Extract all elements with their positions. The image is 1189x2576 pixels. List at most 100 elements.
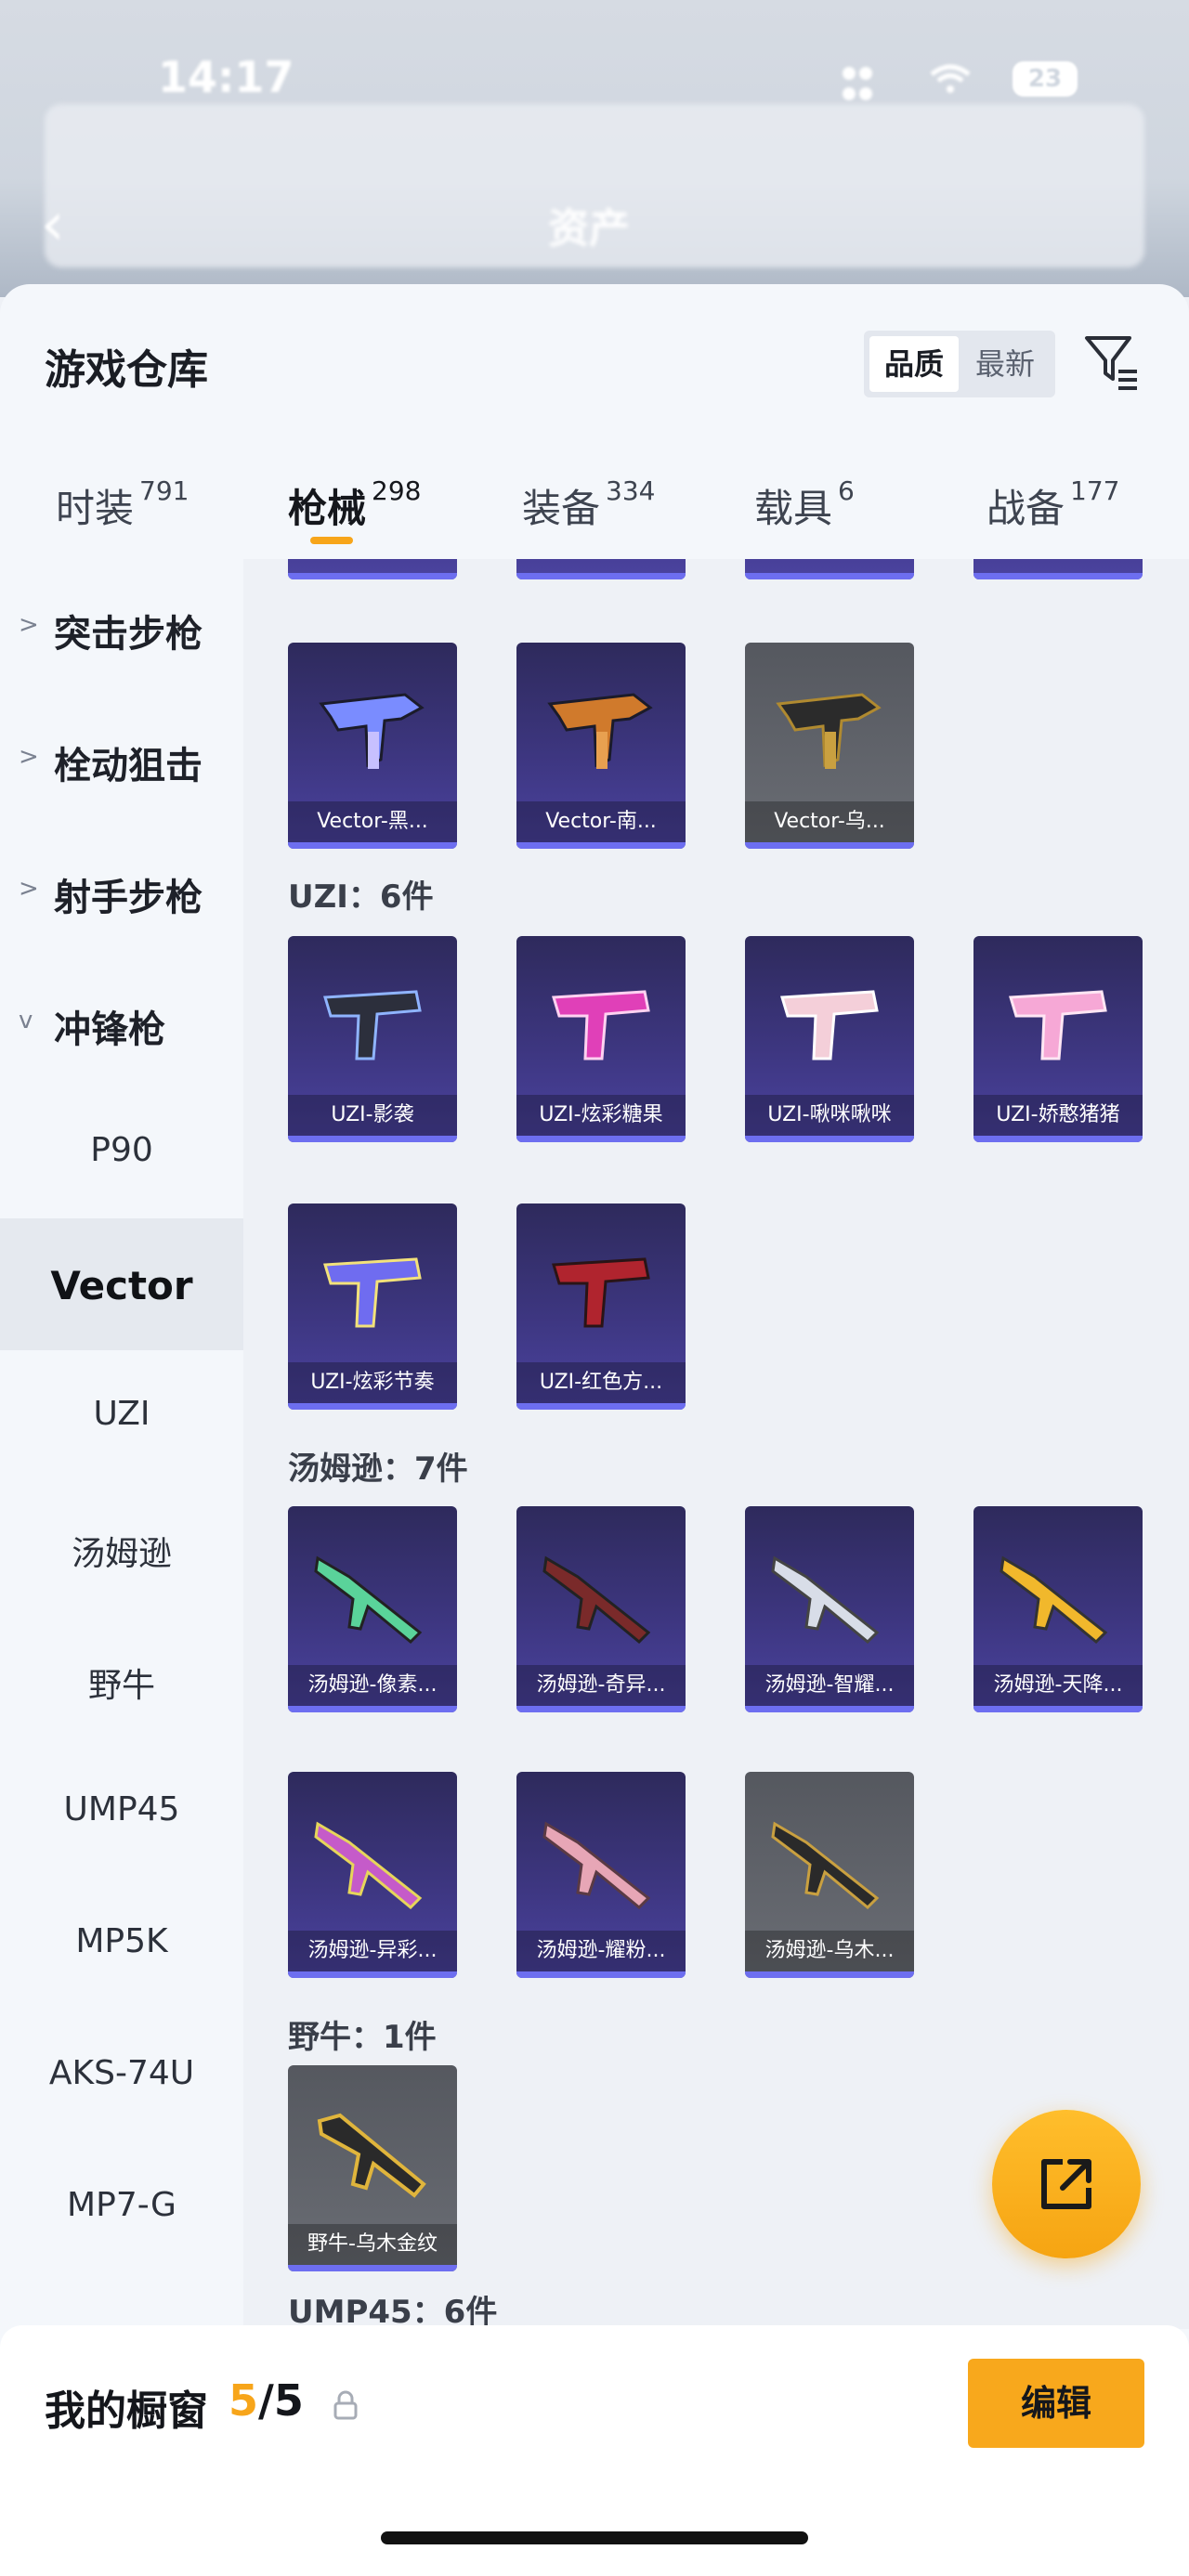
nav-title: 资产 xyxy=(548,205,630,253)
item-card[interactable]: 野牛-乌木金纹 xyxy=(288,2065,457,2271)
tommy-gun-icon xyxy=(314,1555,423,1645)
sidebar-item-label: 射手步枪 xyxy=(54,877,203,919)
chevron-right-icon: > xyxy=(19,611,39,639)
item-name: 汤姆逊-奇异... xyxy=(516,1665,686,1706)
pistol-smg-icon xyxy=(1009,990,1107,1060)
item-name: 汤姆逊-异彩... xyxy=(288,1931,457,1971)
sidebar-item-uzi[interactable]: UZI xyxy=(0,1350,243,1482)
smg-icon xyxy=(776,693,882,769)
sidebar-item-p90[interactable]: P90 xyxy=(0,1086,243,1218)
sidebar-item-bison[interactable]: 野牛 xyxy=(0,1614,243,1746)
item-card[interactable]: 汤姆逊-天降... xyxy=(973,1506,1143,1712)
tommy-gun-icon xyxy=(1000,1555,1108,1645)
item-card[interactable]: 汤姆逊-耀粉... xyxy=(516,1772,686,1978)
item-card[interactable]: UZI-娇憨猪猪 xyxy=(973,936,1143,1142)
tommy-gun-icon xyxy=(542,1555,651,1645)
item-card[interactable] xyxy=(516,559,686,579)
item-name: 汤姆逊-天降... xyxy=(973,1665,1143,1706)
back-arrow-icon[interactable]: ‹ xyxy=(41,190,65,259)
filter-icon[interactable] xyxy=(1083,332,1139,392)
item-name: 汤姆逊-耀粉... xyxy=(516,1931,686,1971)
item-card[interactable]: 汤姆逊-异彩... xyxy=(288,1772,457,1978)
tab-count: 177 xyxy=(1070,475,1120,506)
chevron-right-icon: > xyxy=(19,875,39,903)
item-card[interactable] xyxy=(745,559,914,579)
bison-gun-icon xyxy=(317,2113,426,2198)
sidebar-item-aks74u[interactable]: AKS-74U xyxy=(0,2010,243,2141)
section-label-ump45: UMP45：6件 xyxy=(288,2294,498,2329)
sheet-title: 游戏仓库 xyxy=(45,346,208,394)
sidebar-item-label: 突击步枪 xyxy=(54,613,203,656)
item-name: UZI-娇憨猪猪 xyxy=(973,1095,1143,1136)
sidebar-item-marksman-rifle[interactable]: > 射手步枪 xyxy=(0,823,243,955)
item-card[interactable]: UZI-炫彩糖果 xyxy=(516,936,686,1142)
tab-label: 载具 xyxy=(754,486,833,531)
item-name: Vector-乌... xyxy=(745,801,914,842)
sidebar-item-label: 汤姆逊 xyxy=(71,1535,172,1573)
edit-button[interactable]: 编辑 xyxy=(968,2359,1144,2448)
sidebar-item-label: AKS-74U xyxy=(48,2054,195,2092)
sort-newest-button[interactable]: 最新 xyxy=(960,336,1050,392)
sidebar-item-label: 冲锋枪 xyxy=(54,1008,165,1051)
section-label-tommy: 汤姆逊：7件 xyxy=(288,1451,468,1488)
sidebar-item-label: 栓动狙击 xyxy=(54,745,203,787)
sidebar-item-label: 野牛 xyxy=(87,1667,155,1705)
showcase-count: 5/5 xyxy=(229,2375,304,2426)
status-bar: 14:17 23 xyxy=(0,46,1189,111)
item-name: 野牛-乌木金纹 xyxy=(288,2224,457,2265)
item-card[interactable]: 汤姆逊-像素... xyxy=(288,1506,457,1712)
sidebar-item-label: UMP45 xyxy=(63,1790,180,1828)
weapon-type-sidebar: > 突击步枪 > 栓动狙击 > 射手步枪 v 冲锋枪 P90 Vector UZI 汤姆… xyxy=(0,559,243,2576)
item-card[interactable]: 汤姆逊-智耀... xyxy=(745,1506,914,1712)
category-tabs: 时装 791 枪械 298 装备 334 载具 6 战备 177 xyxy=(0,451,1189,553)
pistol-smg-icon xyxy=(552,990,650,1060)
sidebar-item-mp5k[interactable]: MP5K xyxy=(0,1878,243,2010)
showcase-total: /5 xyxy=(258,2375,304,2426)
tommy-gun-icon xyxy=(771,1555,880,1645)
sidebar-item-vector[interactable]: Vector xyxy=(0,1218,243,1350)
item-card[interactable]: UZI-啾咪啾咪 xyxy=(745,936,914,1142)
item-card[interactable]: 汤姆逊-奇异... xyxy=(516,1506,686,1712)
smg-icon xyxy=(547,693,653,769)
sidebar-item-label: MP5K xyxy=(75,1922,168,1960)
wifi-icon xyxy=(930,64,971,93)
tab-count: 334 xyxy=(606,475,656,506)
item-card[interactable] xyxy=(973,559,1143,579)
item-name: 汤姆逊-乌木... xyxy=(745,1931,914,1971)
item-card[interactable]: Vector-南... xyxy=(516,643,686,849)
lock-icon xyxy=(333,2390,358,2420)
sidebar-item-bolt-sniper[interactable]: > 栓动狙击 xyxy=(0,691,243,823)
item-name: UZI-红色方... xyxy=(516,1362,686,1403)
item-name: UZI-炫彩节奏 xyxy=(288,1362,457,1403)
sidebar-item-label: Vector xyxy=(50,1263,193,1308)
sidebar-item-tommy[interactable]: 汤姆逊 xyxy=(0,1482,243,1614)
item-card[interactable]: UZI-红色方... xyxy=(516,1203,686,1410)
item-grid: Vector-黑... Vector-南... Vector-乌... UZI：… xyxy=(243,559,1189,2329)
tab-label: 装备 xyxy=(522,486,601,531)
showcase-current: 5 xyxy=(229,2375,259,2426)
pistol-smg-icon xyxy=(323,990,422,1060)
tommy-gun-icon xyxy=(542,1821,651,1910)
item-card[interactable]: Vector-乌... xyxy=(745,643,914,849)
item-card[interactable]: Vector-黑... xyxy=(288,643,457,849)
section-label-bison: 野牛：1件 xyxy=(288,2019,437,2056)
item-card[interactable]: 汤姆逊-乌木... xyxy=(745,1772,914,1978)
item-card[interactable] xyxy=(288,559,457,579)
smg-icon xyxy=(319,693,425,769)
tab-label: 枪械 xyxy=(288,486,367,531)
share-icon xyxy=(1041,2159,1091,2209)
sidebar-item-assault-rifle[interactable]: > 突击步枪 xyxy=(0,559,243,691)
tommy-gun-icon xyxy=(771,1821,880,1910)
item-name: Vector-南... xyxy=(516,801,686,842)
item-card[interactable]: UZI-影袭 xyxy=(288,936,457,1142)
sidebar-item-ump45[interactable]: UMP45 xyxy=(0,1746,243,1878)
sheet-header: 游戏仓库 品质 最新 xyxy=(0,284,1189,401)
sidebar-item-label: UZI xyxy=(93,1395,150,1433)
sidebar-item-label: P90 xyxy=(90,1131,153,1169)
share-button[interactable] xyxy=(992,2110,1141,2258)
item-card[interactable]: UZI-炫彩节奏 xyxy=(288,1203,457,1410)
sidebar-item-smg[interactable]: v 冲锋枪 xyxy=(0,955,243,1086)
showcase-title: 我的橱窗 xyxy=(45,2387,208,2435)
sort-quality-button[interactable]: 品质 xyxy=(869,336,959,392)
sidebar-item-mp7g[interactable]: MP7-G xyxy=(0,2141,243,2273)
